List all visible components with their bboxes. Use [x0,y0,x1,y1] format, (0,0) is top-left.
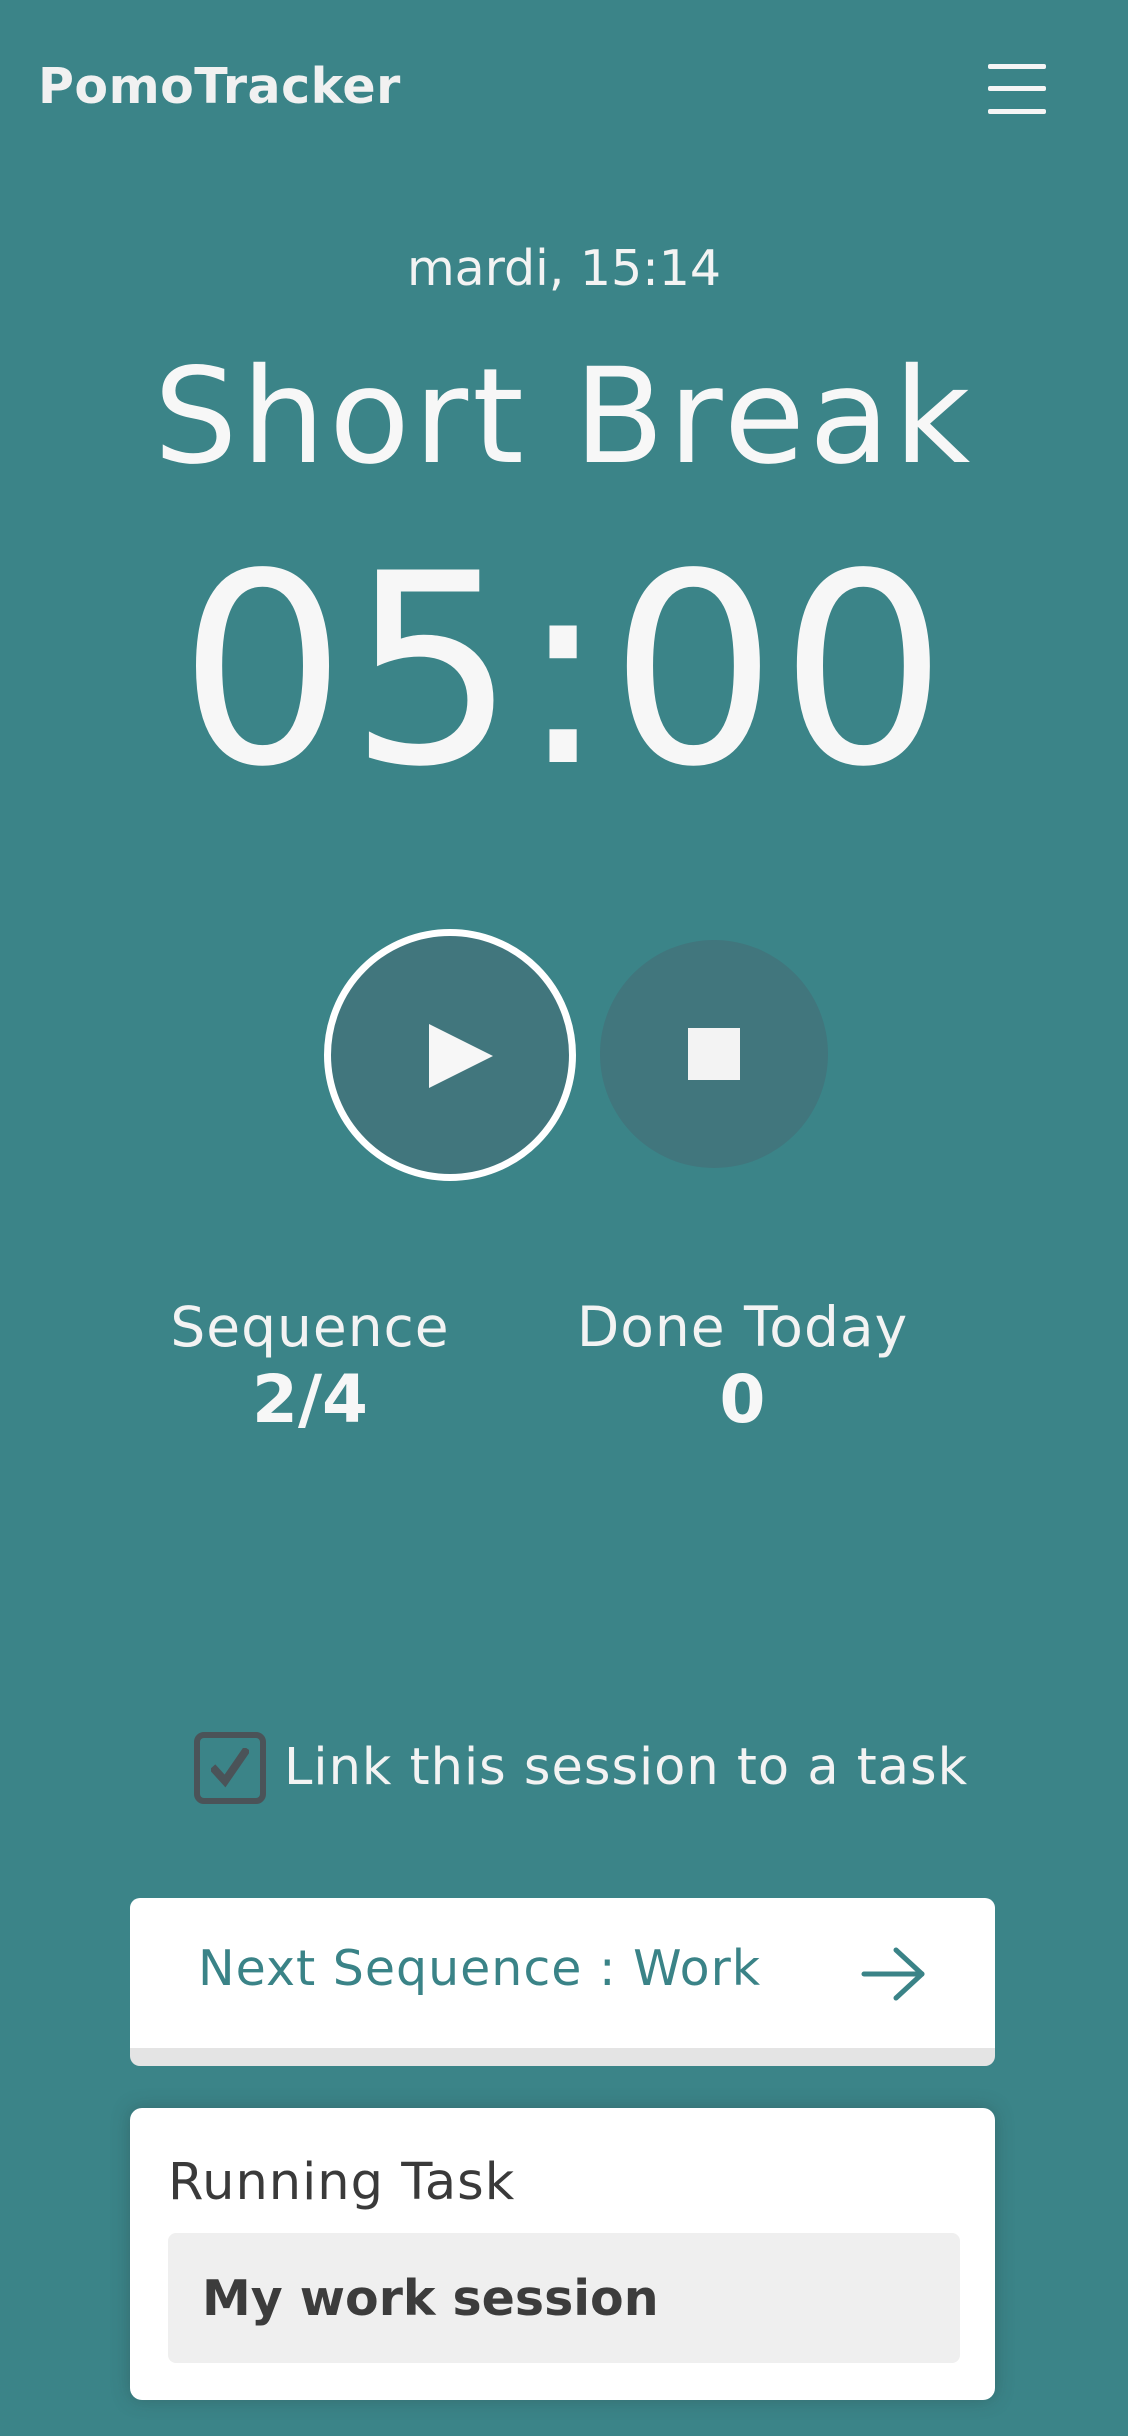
running-task-title: Running Task [168,2153,516,2212]
next-sequence-label: Next Sequence : Work [198,1940,762,1997]
link-task-checkbox[interactable] [194,1731,266,1804]
next-sequence-button[interactable]: Next Sequence : Work [130,1898,995,2066]
stop-icon [688,1028,740,1080]
countdown-timer: 05:00 [178,518,950,825]
done-today-value: 0 [719,1361,766,1438]
session-type-title: Short Break [153,340,975,494]
link-task-row[interactable]: Link this session to a task [194,1730,968,1805]
link-task-label[interactable]: Link this session to a task [284,1738,968,1797]
hamburger-menu-icon[interactable] [984,60,1050,116]
sequence-value: 2/4 [252,1361,368,1438]
menu-bar [988,86,1046,91]
menu-bar [988,109,1046,114]
stop-button[interactable] [600,940,828,1168]
sequence-stat: Sequence 2/4 [160,1295,460,1438]
arrow-right-icon [861,1947,925,2001]
checkmark-icon [211,1747,249,1787]
running-task-input[interactable] [168,2233,960,2363]
done-today-label: Done Today [576,1295,909,1359]
sequence-label: Sequence [170,1295,450,1359]
menu-bar [988,64,1046,69]
app-root: PomoTracker mardi, 15:14 Short Break 05:… [0,0,1128,2436]
play-button[interactable] [324,929,576,1181]
app-title[interactable]: PomoTracker [38,58,401,115]
done-today-stat: Done Today 0 [570,1295,915,1438]
running-task-card: Running Task [130,2108,995,2400]
current-datetime: mardi, 15:14 [406,240,722,297]
play-icon [429,1024,493,1088]
